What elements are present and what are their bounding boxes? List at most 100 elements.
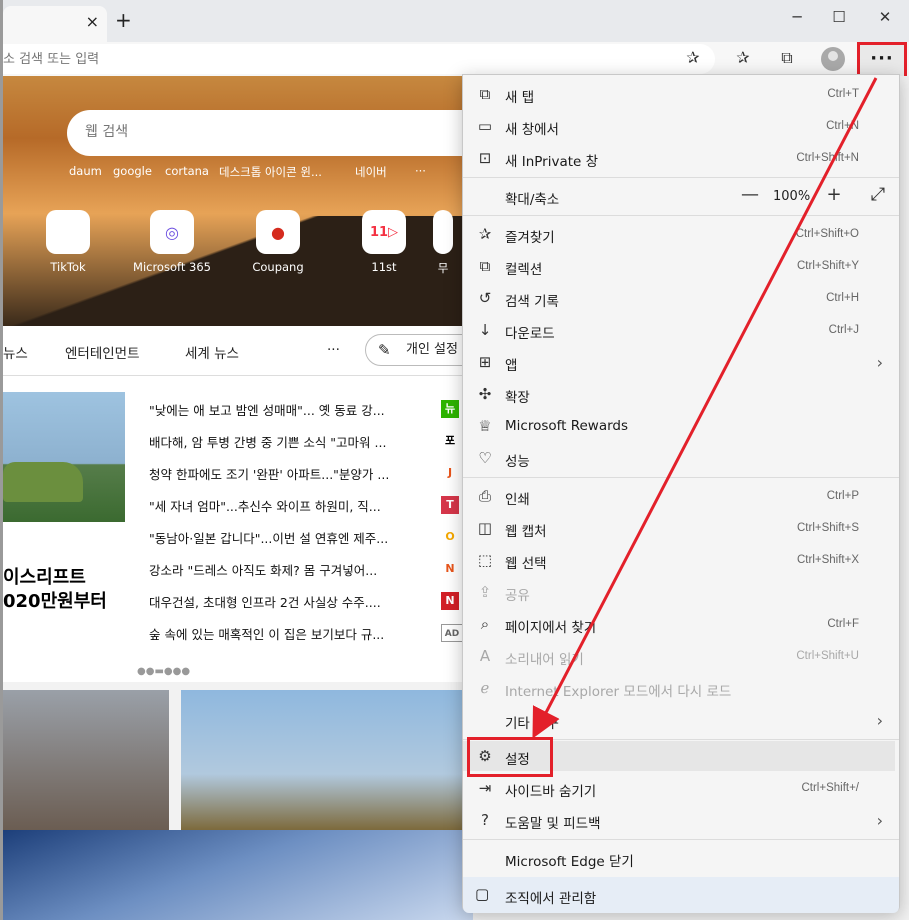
site-label: 무 [438,261,449,275]
news-item[interactable]: "낮에는 애 보고 밤엔 성매매"... 옛 동료 강... [149,400,459,419]
tab-close-icon[interactable]: × [86,12,99,31]
managed-by-org-bar[interactable]: ▢ 조직에서 관리함 [463,877,899,913]
new-tab-button[interactable]: + [115,8,132,32]
quick-link[interactable]: google [113,164,152,178]
chevron-right-icon: › [877,811,883,830]
news-feed: 이스리프트 020만원부터 "낮에는 애 보고 밤엔 성매매"... 옛 동료 … [3,376,473,682]
apps-icon: ⊞ [475,353,495,371]
quick-link[interactable]: daum [69,164,102,178]
menu-item-web-select[interactable]: ⬚ 웹 선택 Ctrl+Shift+X [463,545,899,577]
news-item[interactable]: "세 자녀 엄마"...추신수 와이프 하원미, 직... [149,496,459,515]
menu-item-extensions[interactable]: ✣ 확장 [463,379,899,411]
menu-item-find-on-page[interactable]: ⌕ 페이지에서 찾기 Ctrl+F [463,609,899,641]
site-tile-coupang[interactable]: ● Coupang [233,210,323,274]
menu-item-close-edge[interactable]: Microsoft Edge 닫기 [463,843,899,875]
menu-item-collections[interactable]: ⧉ 컬렉션 Ctrl+Shift+Y [463,251,899,283]
zoom-out-button[interactable]: — [737,184,763,205]
browser-tab[interactable]: × [3,6,107,42]
news-item[interactable]: 대우건설, 초대형 인프라 2건 사실상 수주.... [149,592,459,611]
menu-item-help[interactable]: ? 도움말 및 피드백 › [463,805,899,837]
news-item[interactable]: "동남아·일본 갑니다"...이번 설 연휴엔 제주... [149,528,459,547]
news-item[interactable]: 강소라 "드레스 아직도 화제? 몸 구겨넣어... [149,560,459,579]
menu-item-print[interactable]: ⎙ 인쇄 Ctrl+P [463,481,899,513]
nav-entertainment[interactable]: 엔터테인먼트 [65,342,140,362]
desktop-wallpaper [3,830,473,920]
menu-shortcut: Ctrl+Shift+N [796,152,859,164]
address-box[interactable]: ✰ [3,44,715,74]
pencil-icon: ✎ [378,335,391,365]
quick-links-more[interactable]: ··· [415,164,426,178]
menu-item-hide-sidebar[interactable]: ⇥ 사이드바 숨기기 Ctrl+Shift+/ [463,773,899,805]
car-shape [3,462,83,502]
collections-icon: ⧉ [475,257,495,275]
site-tile-11st[interactable]: 11▷ 11st [339,210,429,274]
menu-item-performance[interactable]: ♡ 성능 [463,443,899,475]
menu-label: 컬렉션 [505,258,542,278]
download-icon: ↓ [475,321,495,339]
web-search-box[interactable] [67,110,487,156]
news-card-image[interactable] [181,690,473,830]
quick-link[interactable]: 네이버 [355,164,387,180]
news-item[interactable]: 청약 한파에도 조기 '완판' 아파트..."분양가 ... [149,464,459,483]
menu-label: 웹 선택 [505,552,547,572]
menu-separator [463,215,899,216]
nav-news[interactable]: 뉴스 [3,342,28,362]
help-icon: ? [475,811,495,829]
menu-shortcut: Ctrl+F [827,618,859,630]
menu-shortcut: Ctrl+Shift+X [797,554,859,566]
briefcase-icon: ▢ [475,885,489,903]
menu-label: 즐겨찾기 [505,226,555,246]
zoom-in-button[interactable]: + [821,184,847,205]
menu-label: 검색 기록 [505,290,559,310]
address-input[interactable] [3,49,663,69]
close-window-button[interactable]: ✕ [865,8,905,26]
nav-world-news[interactable]: 세계 뉴스 [185,342,239,362]
maximize-button[interactable]: ☐ [819,8,859,26]
menu-item-downloads[interactable]: ↓ 다운로드 Ctrl+J [463,315,899,347]
menu-item-apps[interactable]: ⊞ 앱 › [463,347,899,379]
news-card-image[interactable] [3,690,169,830]
news-item[interactable]: 배다해, 암 투병 간병 중 기쁜 소식 "고마워 ... [149,432,459,451]
menu-separator [463,839,899,840]
menu-label: 인쇄 [505,488,530,508]
nav-more[interactable]: ··· [327,342,340,358]
menu-item-new-tab[interactable]: ⧉ 새 탭 Ctrl+T [463,79,899,111]
collections-icon[interactable]: ⧉ [775,48,799,68]
site-tile-more[interactable]: 무 [423,210,463,276]
fullscreen-icon[interactable]: ⤢ [865,184,891,205]
rewards-icon: ♕ [475,417,495,435]
menu-item-inprivate[interactable]: ⊡ 새 InPrivate 창 Ctrl+Shift+N [463,143,899,175]
favorites-icon[interactable]: ✰ [731,48,755,67]
site-tile-microsoft365[interactable]: ◎ Microsoft 365 [127,210,217,274]
menu-item-rewards[interactable]: ♕ Microsoft Rewards [463,411,899,443]
news-source-badge: N [441,560,459,578]
menu-label: 페이지에서 찾기 [505,616,596,636]
menu-item-web-capture[interactable]: ◫ 웹 캡처 Ctrl+Shift+S [463,513,899,545]
site-label: Coupang [252,260,303,274]
address-bar-row: ✰ ✰ ⧉ ··· [3,42,909,76]
menu-label: 새 창에서 [505,118,559,138]
carousel-dots[interactable]: ●●▬●●● [137,666,190,677]
car-image[interactable] [3,392,125,522]
profile-avatar[interactable] [821,47,845,71]
site-tile-tiktok[interactable]: ♪ TikTok [23,210,113,274]
history-icon: ↺ [475,289,495,307]
web-search-input[interactable] [85,110,465,154]
menu-item-favorites[interactable]: ✰ 즐겨찾기 Ctrl+Shift+O [463,219,899,251]
news-item[interactable]: 숲 속에 있는 매혹적인 이 집은 보기보다 규... [149,624,459,643]
menu-item-new-window[interactable]: ▭ 새 창에서 Ctrl+N [463,111,899,143]
menu-label: 새 InPrivate 창 [505,150,598,170]
menu-item-more-tools[interactable]: 기타 도구 › [463,705,899,737]
menu-label: Internet Explorer 모드에서 다시 로드 [505,680,731,700]
add-favorite-icon[interactable]: ✰ [681,48,705,67]
quick-link[interactable]: 데스크톱 아이콘 윈... [219,164,322,180]
menu-item-history[interactable]: ↺ 검색 기록 Ctrl+H [463,283,899,315]
minimize-button[interactable]: ─ [777,8,817,26]
menu-zoom-row: 확대/축소 — 100% + ⤢ [463,179,899,213]
personalize-label: 개인 설정 [406,342,458,357]
settings-and-more-menu: ⧉ 새 탭 Ctrl+T ▭ 새 창에서 Ctrl+N ⊡ 새 InPrivat… [462,74,900,912]
quick-link[interactable]: cortana [165,164,209,178]
menu-label: 다운로드 [505,322,555,342]
site-label: TikTok [50,260,85,274]
featured-headline[interactable]: 이스리프트 020만원부터 [3,566,128,614]
